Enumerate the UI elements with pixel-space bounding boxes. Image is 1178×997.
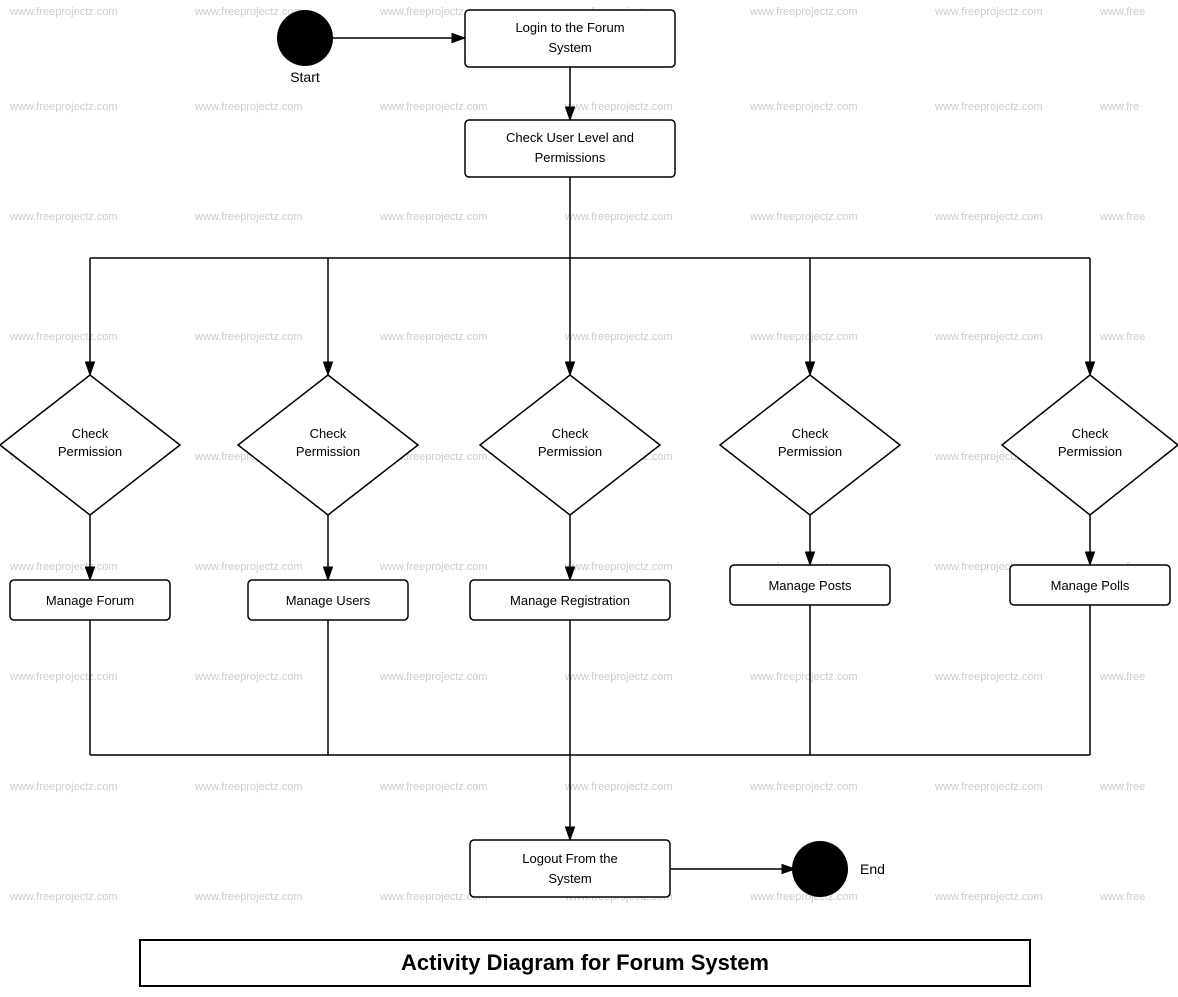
svg-text:Check: Check (792, 426, 829, 441)
svg-text:Permission: Permission (1058, 444, 1122, 459)
svg-text:Check: Check (310, 426, 347, 441)
svg-text:Check: Check (552, 426, 589, 441)
start-circle (277, 10, 333, 66)
login-text-line2: System (548, 40, 591, 55)
manage-registration-text: Manage Registration (510, 593, 630, 608)
diagram-container: Start Login to the Forum System Check Us… (0, 0, 1178, 994)
logout-text-line1: Logout From the (522, 851, 617, 866)
logout-box (470, 840, 670, 897)
logout-text-line2: System (548, 871, 591, 886)
check-user-level-box (465, 120, 675, 177)
svg-text:Permission: Permission (58, 444, 122, 459)
login-box (465, 10, 675, 67)
login-text-line1: Login to the Forum (515, 20, 624, 35)
end-circle (792, 841, 848, 897)
manage-forum-text: Manage Forum (46, 593, 134, 608)
diagram-title: Activity Diagram for Forum System (401, 950, 769, 975)
start-label: Start (290, 69, 320, 85)
check-user-level-line2: Permissions (535, 150, 606, 165)
svg-text:Permission: Permission (778, 444, 842, 459)
manage-posts-text: Manage Posts (768, 578, 852, 593)
check-user-level-line1: Check User Level and (506, 130, 634, 145)
svg-text:Check: Check (72, 426, 109, 441)
manage-users-text: Manage Users (286, 593, 371, 608)
manage-polls-text: Manage Polls (1051, 578, 1130, 593)
svg-text:Permission: Permission (538, 444, 602, 459)
end-label: End (860, 861, 885, 877)
svg-text:Check: Check (1072, 426, 1109, 441)
svg-text:Permission: Permission (296, 444, 360, 459)
